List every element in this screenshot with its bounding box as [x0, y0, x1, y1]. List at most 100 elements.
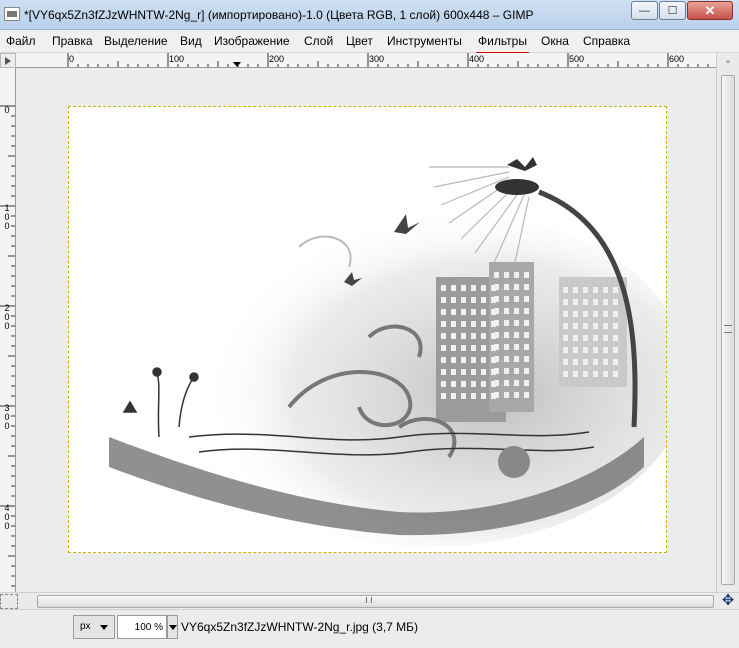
building-window: [504, 308, 509, 314]
building-window: [583, 359, 588, 365]
building-window: [451, 345, 456, 351]
building-window: [613, 359, 618, 365]
building-window: [441, 285, 446, 291]
building-window: [471, 285, 476, 291]
vertical-scrollbar[interactable]: ▫: [716, 53, 739, 592]
building-window: [563, 371, 568, 377]
pointer-position-marker: [233, 62, 241, 67]
zoom-dropdown-button[interactable]: [167, 615, 178, 639]
menu-layer[interactable]: Слой: [304, 34, 333, 48]
building-window: [504, 296, 509, 302]
building-window: [524, 368, 529, 374]
menu-file[interactable]: Файл: [6, 34, 36, 48]
building-window: [514, 380, 519, 386]
building-window: [613, 335, 618, 341]
menu-select[interactable]: Выделение: [104, 34, 168, 48]
building-window: [524, 308, 529, 314]
horizontal-scrollbar-grip: [366, 597, 372, 603]
building-window: [471, 297, 476, 303]
building-window: [524, 344, 529, 350]
navigate-icon[interactable]: ✥: [719, 593, 737, 608]
building-window: [593, 335, 598, 341]
quick-mask-toggle[interactable]: [0, 594, 18, 609]
building-window: [583, 323, 588, 329]
building-window: [504, 284, 509, 290]
building-window: [461, 309, 466, 315]
chevron-down-icon: [169, 625, 177, 630]
menu-edit[interactable]: Правка: [52, 34, 93, 48]
ruler-label: 4 0 0: [4, 503, 10, 531]
building-window: [514, 392, 519, 398]
building-window: [481, 393, 486, 399]
minimize-button[interactable]: —: [631, 1, 658, 20]
vertical-ruler[interactable]: 0 1 0 0 2 0 0 3 0 0 4 0 0: [0, 68, 16, 592]
status-bar: px 100 % VY6qx5Zn3fZJzWHNTW-2Ng_r.jpg (3…: [0, 609, 739, 648]
building-window: [461, 333, 466, 339]
menu-view[interactable]: Вид: [180, 34, 202, 48]
building-window: [613, 347, 618, 353]
building-window: [603, 347, 608, 353]
menu-tools[interactable]: Инструменты: [387, 34, 462, 48]
building-window: [471, 357, 476, 363]
building-window: [514, 272, 519, 278]
building-window: [441, 297, 446, 303]
building-window: [481, 381, 486, 387]
gimp-image-icon: [4, 7, 20, 21]
menu-windows[interactable]: Окна: [541, 34, 569, 48]
building-window: [504, 332, 509, 338]
building-window: [563, 359, 568, 365]
building-window: [504, 368, 509, 374]
building-window: [514, 344, 519, 350]
horizontal-scrollbar-thumb[interactable]: [37, 595, 714, 608]
building-window: [504, 380, 509, 386]
building-window: [524, 296, 529, 302]
building-window: [494, 272, 499, 278]
building-window: [583, 299, 588, 305]
building-window: [504, 344, 509, 350]
menu-filters[interactable]: Фильтры: [476, 34, 529, 54]
building-window: [573, 371, 578, 377]
building-window: [593, 287, 598, 293]
unit-selector[interactable]: px: [73, 615, 115, 639]
menu-image[interactable]: Изображение: [214, 34, 290, 48]
building-window: [461, 345, 466, 351]
chevron-down-icon: [100, 625, 108, 630]
building-window: [573, 323, 578, 329]
building-window: [613, 311, 618, 317]
building-window: [514, 308, 519, 314]
horizontal-ruler[interactable]: 0 100 200 300 400 500 600: [16, 53, 716, 68]
building-window: [471, 369, 476, 375]
building-window: [441, 345, 446, 351]
zoom-lock-icon[interactable]: ▫: [720, 55, 736, 69]
building-window: [481, 333, 486, 339]
building-window: [494, 296, 499, 302]
image-canvas[interactable]: [68, 106, 689, 553]
building-window: [461, 297, 466, 303]
ruler-menu-button[interactable]: [0, 53, 16, 68]
ruler-label: 600: [669, 54, 685, 64]
building-window: [583, 287, 588, 293]
menu-colors[interactable]: Цвет: [346, 34, 373, 48]
building-window: [514, 332, 519, 338]
building-window: [603, 371, 608, 377]
building-window: [514, 368, 519, 374]
horizontal-scrollbar[interactable]: [0, 592, 739, 609]
building-window: [451, 381, 456, 387]
ruler-label: 500: [569, 54, 585, 64]
close-button[interactable]: ✕: [687, 1, 733, 20]
building-window: [583, 371, 588, 377]
building-window: [441, 369, 446, 375]
building-window: [603, 335, 608, 341]
ruler-label: 1 0 0: [4, 203, 10, 231]
building-window: [461, 393, 466, 399]
building-window: [524, 284, 529, 290]
building-window: [563, 287, 568, 293]
building-window: [471, 381, 476, 387]
building-window: [573, 299, 578, 305]
building-window: [563, 347, 568, 353]
menu-help[interactable]: Справка: [583, 34, 630, 48]
maximize-button[interactable]: ☐: [659, 1, 686, 20]
building-window: [583, 347, 588, 353]
building-window: [451, 393, 456, 399]
zoom-input[interactable]: 100 %: [117, 615, 167, 639]
